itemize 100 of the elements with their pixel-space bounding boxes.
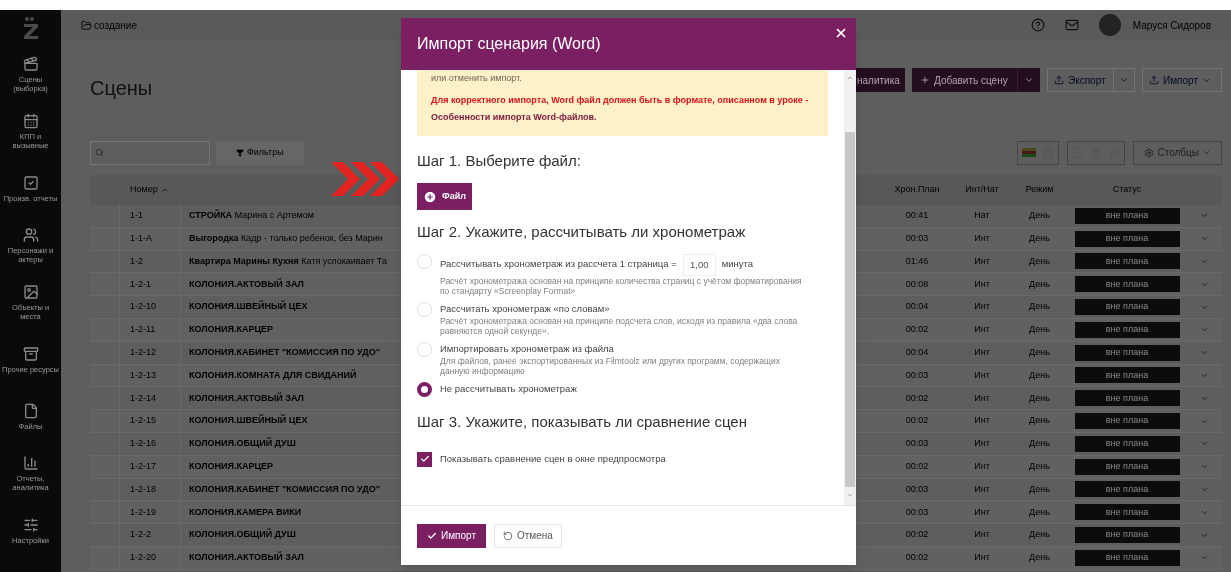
import-button[interactable]: Импорт — [417, 523, 486, 548]
dialog-title: Импорт сценария (Word) — [417, 34, 601, 54]
status-badge[interactable]: вне плана — [1074, 549, 1180, 566]
int-ext-cell-text: Инт — [973, 300, 991, 314]
scene-number: 1-2-17 — [120, 455, 181, 478]
radio-label: Рассчитывать хронометраж из рассчета 1 страница = — [440, 257, 677, 272]
people-icon — [22, 227, 39, 243]
color-rows-icon[interactable] — [1022, 148, 1037, 157]
int-ext-cell-text: Инт — [973, 528, 991, 542]
mail-icon[interactable] — [1064, 18, 1079, 32]
scene-title[interactable]: Квартира Марины Кухня — [189, 255, 299, 266]
filter-icon — [236, 148, 244, 157]
archive-icon — [22, 345, 39, 362]
mode-cell-text: День — [1028, 459, 1051, 473]
duration-cell-text: 00:03 — [904, 368, 930, 382]
mode-cell-text: День — [1028, 368, 1051, 382]
scene-title[interactable]: Выгородка — [189, 232, 239, 243]
unit-label: минута — [721, 257, 754, 272]
step-heading: Шаг 2. Укажите, рассчитывать ли хронометраж — [417, 222, 747, 242]
scene-title[interactable]: КОЛОНИЯ.КОМНАТА ДЛЯ СВИДАНИЙ — [189, 369, 357, 380]
caret-icon — [1202, 148, 1211, 157]
status-badge[interactable]: вне плана — [1074, 481, 1180, 498]
filter-button[interactable]: Фильтры — [216, 140, 304, 165]
bar-chart-icon — [22, 455, 39, 471]
scene-title[interactable]: КОЛОНИЯ.ОБЩИЙ ДУШ — [189, 438, 296, 449]
scene-title[interactable]: СТРОЙКА — [189, 210, 233, 221]
status-badge[interactable]: вне плана — [1074, 321, 1180, 338]
import-warning: Для корректного импорта, Word файл должен быть в формате, описанном в уроке - Особенности импорта Word-файлов. — [431, 93, 810, 124]
close-icon[interactable] — [834, 26, 848, 40]
analytics-button[interactable]: налитика — [855, 68, 905, 92]
step-heading: Шаг 3. Укажите, показывать ли сравнение сцен — [417, 412, 748, 432]
checkbox-icon — [22, 174, 39, 191]
radio-label: Рассчитать хронометраж «по словам» — [440, 301, 610, 316]
avatar[interactable] — [1098, 14, 1121, 36]
status-badge[interactable]: вне плана — [1074, 458, 1180, 475]
checkbox[interactable] — [417, 451, 432, 467]
scrollbar-thumb[interactable] — [845, 132, 855, 487]
search-field[interactable] — [90, 140, 210, 165]
int-ext-cell-text: Инт — [973, 231, 991, 245]
scene-number: 1-2-12 — [120, 341, 181, 364]
status-badge[interactable]: вне плана — [1074, 435, 1180, 452]
scene-title[interactable]: КОЛОНИЯ.КАРЦЕР — [189, 324, 274, 335]
caret-icon — [1024, 75, 1034, 85]
duration-cell-text: 00:03 — [904, 437, 930, 451]
scene-number: 1-2-11 — [120, 319, 181, 341]
scene-title[interactable]: КОЛОНИЯ.КАРЦЕР — [189, 460, 274, 471]
upload-icon — [1149, 75, 1159, 85]
scene-title[interactable]: КОЛОНИЯ.АКТОВЫЙ ЗАЛ — [189, 278, 304, 289]
mode-cell-text: День — [1028, 300, 1051, 314]
scene-title[interactable]: КОЛОНИЯ.КАМЕРА ВИКИ — [189, 506, 302, 517]
chevrons-icon — [331, 162, 399, 196]
radio-label: Не рассчитывать хронометраж — [440, 382, 577, 396]
int-ext-cell-text: Инт — [973, 459, 991, 473]
status-badge[interactable]: вне плана — [1074, 527, 1180, 544]
mode-cell-text: День — [1028, 323, 1051, 337]
check-icon — [419, 454, 430, 464]
lesson-link[interactable]: Особенности импорта Word-файлов. — [431, 111, 597, 122]
image-icon — [22, 284, 39, 300]
help-icon[interactable] — [1030, 18, 1045, 32]
scene-number: 1-2-18 — [120, 478, 181, 501]
status-badge[interactable]: вне плана — [1074, 344, 1180, 361]
scene-title[interactable]: КОЛОНИЯ.ШВЕЙНЫЙ ЦЕХ — [189, 301, 308, 312]
scene-number: 1-2-20 — [120, 546, 181, 569]
mode-cell-text: День — [1028, 482, 1051, 496]
duration-cell-text: 00:03 — [904, 231, 930, 245]
scene-title[interactable]: КОЛОНИЯ.АКТОВЫЙ ЗАЛ — [189, 552, 304, 563]
scene-number: 1-1-А — [120, 227, 181, 250]
cancel-button[interactable]: Отмена — [493, 523, 562, 548]
radio-button[interactable] — [417, 382, 432, 397]
mode-cell-text: День — [1028, 345, 1051, 359]
option-description: Расчёт хронометража основан на принципе количества страниц с учётом форматирования по стандарту «Screenplay Format» — [440, 275, 803, 296]
mode-cell-text: День — [1028, 437, 1051, 451]
status-badge[interactable]: вне плана — [1074, 413, 1180, 430]
status-badge[interactable]: вне плана — [1074, 390, 1180, 407]
status-badge[interactable]: вне плана — [1074, 276, 1180, 293]
minutes-field[interactable]: 1,00 — [682, 253, 716, 276]
status-badge[interactable]: вне плана — [1074, 367, 1180, 384]
scene-title[interactable]: КОЛОНИЯ.ШВЕЙНЫЙ ЦЕХ — [189, 415, 308, 426]
status-badge[interactable]: вне плана — [1074, 299, 1180, 316]
file-icon — [22, 402, 39, 419]
status-badge[interactable]: вне плана — [1074, 230, 1180, 247]
scene-title[interactable]: КОЛОНИЯ.КАБИНЕТ "КОМИССИЯ ПО УДО" — [189, 346, 380, 357]
status-badge[interactable]: вне плана — [1074, 207, 1180, 224]
duration-cell-text: 00:02 — [904, 323, 930, 337]
int-ext-cell-text: Инт — [973, 414, 991, 428]
status-badge[interactable]: вне плана — [1074, 253, 1180, 270]
scroll-up-icon[interactable] — [846, 74, 854, 82]
file-button[interactable]: Файл — [417, 183, 472, 210]
scene-title[interactable]: КОЛОНИЯ.АКТОВЫЙ ЗАЛ — [189, 392, 304, 403]
scene-title[interactable]: КОЛОНИЯ.ОБЩИЙ ДУШ — [189, 529, 296, 540]
scene-number: 1-2-10 — [120, 296, 181, 318]
scroll-down-icon[interactable] — [846, 491, 854, 499]
step-heading: Шаг 1. Выберите файл: — [417, 150, 582, 171]
scene-number: 1-2-1 — [120, 273, 181, 296]
expand-icon[interactable] — [1200, 257, 1209, 266]
scene-title[interactable]: КОЛОНИЯ.КАБИНЕТ "КОМИССИЯ ПО УДО" — [189, 483, 380, 494]
status-badge[interactable]: вне плана — [1074, 504, 1180, 521]
clapperboard-icon — [22, 56, 39, 72]
radio-label: Импортировать хронометраж из файла — [440, 341, 614, 356]
logo-icon — [21, 16, 40, 40]
